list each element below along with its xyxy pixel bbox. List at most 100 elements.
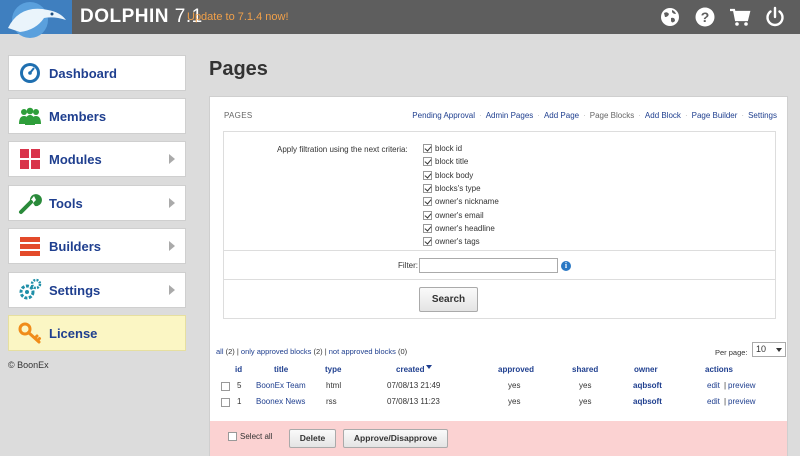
criteria-block-id[interactable]: block id bbox=[423, 142, 499, 155]
filter-box: Apply filtration using the next criteria… bbox=[223, 131, 776, 319]
tab-settings[interactable]: Settings bbox=[748, 111, 777, 120]
row-checkbox[interactable] bbox=[221, 398, 230, 407]
checkbox[interactable] bbox=[423, 197, 432, 207]
sort-desc-icon bbox=[426, 365, 433, 369]
checkbox[interactable] bbox=[423, 157, 432, 167]
cell-title[interactable]: BoonEx Team bbox=[256, 381, 306, 390]
delete-button[interactable]: Delete bbox=[289, 429, 336, 448]
dolphin-logo[interactable] bbox=[0, 0, 72, 40]
globe-icon[interactable] bbox=[659, 6, 681, 28]
members-icon bbox=[19, 107, 41, 125]
update-link[interactable]: Update to 7.1.4 now! bbox=[187, 11, 289, 23]
filter-input[interactable] bbox=[419, 258, 558, 273]
sidebar-item-modules[interactable]: Modules bbox=[8, 141, 186, 177]
checkbox[interactable] bbox=[423, 237, 432, 247]
top-header: DOLPHIN 7.1 Update to 7.1.4 now! ? bbox=[0, 0, 800, 38]
col-id[interactable]: id bbox=[235, 365, 242, 374]
sidebar-item-license[interactable]: License bbox=[8, 315, 186, 351]
filter-approved-link[interactable]: only approved blocks bbox=[241, 347, 311, 356]
info-icon[interactable]: i bbox=[561, 261, 571, 271]
criteria-block-type[interactable]: blocks's type bbox=[423, 182, 499, 195]
criteria-owner-email[interactable]: owner's email bbox=[423, 208, 499, 221]
col-shared[interactable]: shared bbox=[572, 365, 598, 374]
approve-disapprove-button[interactable]: Approve/Disapprove bbox=[343, 429, 448, 448]
chevron-right-icon bbox=[169, 154, 175, 164]
sidebar-item-tools[interactable]: Tools bbox=[8, 185, 186, 221]
criteria-owner-headline[interactable]: owner's headline bbox=[423, 222, 499, 235]
per-page-select[interactable]: 10 bbox=[752, 342, 786, 357]
tab-page-builder[interactable]: Page Builder bbox=[692, 111, 738, 120]
per-page-label: Per page: bbox=[715, 348, 748, 357]
cell-title[interactable]: Boonex News bbox=[256, 397, 305, 406]
col-title[interactable]: title bbox=[274, 365, 288, 374]
action-separator: | bbox=[724, 381, 727, 390]
cell-owner[interactable]: aqbsoft bbox=[633, 381, 662, 390]
svg-text:?: ? bbox=[701, 9, 710, 25]
key-icon bbox=[18, 322, 41, 344]
cell-type: rss bbox=[326, 397, 337, 406]
sidebar-item-label: Dashboard bbox=[49, 65, 117, 81]
panel-tabs: Pending Approval · Admin Pages · Add Page ·… bbox=[412, 111, 777, 120]
col-owner[interactable]: owner bbox=[634, 365, 658, 374]
criteria-list: block id block title block body blocks's… bbox=[423, 142, 499, 248]
edit-link[interactable]: edit bbox=[707, 381, 720, 390]
preview-link[interactable]: preview bbox=[728, 381, 756, 390]
edit-link[interactable]: edit bbox=[707, 397, 720, 406]
select-all[interactable]: Select all bbox=[228, 432, 272, 441]
cell-created: 07/08/13 21:49 bbox=[387, 381, 441, 390]
sidebar-item-label: Builders bbox=[49, 238, 102, 254]
page-title: Pages bbox=[209, 58, 268, 80]
tab-add-block[interactable]: Add Block bbox=[645, 111, 681, 120]
criteria-label: block body bbox=[435, 170, 474, 180]
gears-icon bbox=[19, 278, 42, 300]
tab-add-page[interactable]: Add Page bbox=[544, 111, 579, 120]
chevron-down-icon bbox=[776, 348, 782, 352]
checkbox[interactable] bbox=[423, 184, 432, 194]
criteria-owner-tags[interactable]: owner's tags bbox=[423, 235, 499, 248]
tab-admin-pages[interactable]: Admin Pages bbox=[486, 111, 534, 120]
checkbox[interactable] bbox=[423, 223, 432, 233]
col-approved[interactable]: approved bbox=[498, 365, 534, 374]
col-created[interactable]: created bbox=[396, 365, 433, 374]
criteria-block-body[interactable]: block body bbox=[423, 169, 499, 182]
table-row: 1 Boonex News rss 07/08/13 11:23 yes yes… bbox=[210, 397, 789, 411]
checkbox[interactable] bbox=[423, 170, 432, 180]
sidebar-item-members[interactable]: Members bbox=[8, 98, 186, 134]
tab-separator: · bbox=[537, 111, 540, 120]
criteria-label: owner's nickname bbox=[435, 197, 499, 207]
sidebar-item-settings[interactable]: Settings bbox=[8, 272, 186, 308]
filter-not-approved-link[interactable]: not approved blocks bbox=[329, 347, 396, 356]
checkbox[interactable] bbox=[423, 144, 432, 154]
criteria-label: owner's headline bbox=[435, 223, 495, 233]
criteria-owner-nickname[interactable]: owner's nickname bbox=[423, 195, 499, 208]
row-checkbox[interactable] bbox=[221, 382, 230, 391]
bulk-actions-bar: Select all Delete Approve/Disapprove bbox=[210, 421, 787, 456]
filter-all-link[interactable]: all bbox=[216, 347, 224, 356]
tab-separator: · bbox=[741, 111, 745, 120]
col-type[interactable]: type bbox=[325, 365, 341, 374]
col-created-label: created bbox=[396, 365, 425, 374]
chevron-right-icon bbox=[169, 285, 175, 295]
copyright: © BoonEx bbox=[8, 360, 49, 370]
criteria-block-title[interactable]: block title bbox=[423, 155, 499, 168]
brand-name: DOLPHIN bbox=[80, 6, 169, 27]
tab-separator: · bbox=[479, 111, 482, 120]
divider bbox=[224, 250, 775, 251]
tab-pending-approval[interactable]: Pending Approval bbox=[412, 111, 475, 120]
sidebar-item-label: Members bbox=[49, 108, 107, 124]
checkbox[interactable] bbox=[423, 210, 432, 220]
sidebar-item-label: Modules bbox=[49, 151, 102, 167]
cart-icon[interactable] bbox=[729, 6, 751, 28]
cell-owner[interactable]: aqbsoft bbox=[633, 397, 662, 406]
search-button[interactable]: Search bbox=[419, 287, 478, 312]
tab-page-blocks[interactable]: Page Blocks bbox=[590, 111, 634, 120]
preview-link[interactable]: preview bbox=[728, 397, 756, 406]
power-icon[interactable] bbox=[764, 6, 786, 28]
sidebar-item-dashboard[interactable]: Dashboard bbox=[8, 55, 186, 91]
sidebar-item-builders[interactable]: Builders bbox=[8, 228, 186, 264]
filter-all-count: 2 bbox=[228, 347, 233, 356]
select-all-checkbox[interactable] bbox=[228, 432, 237, 441]
criteria-label: owner's tags bbox=[435, 237, 480, 247]
modules-icon bbox=[20, 149, 40, 169]
help-icon[interactable]: ? bbox=[694, 6, 716, 28]
